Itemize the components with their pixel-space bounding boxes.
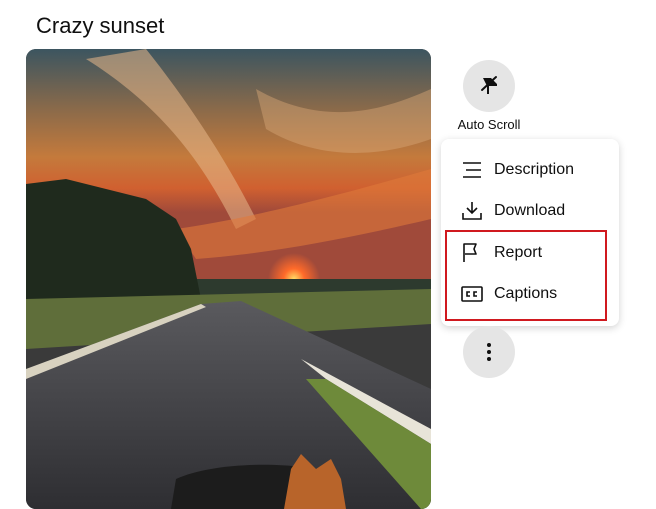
menu-item-label: Download	[494, 202, 566, 220]
more-actions-button[interactable]	[463, 326, 515, 378]
auto-scroll-button[interactable]	[463, 60, 515, 112]
video-title: Crazy sunset	[36, 13, 165, 38]
description-icon	[460, 158, 484, 182]
auto-scroll-label: Auto Scroll	[457, 117, 521, 132]
menu-item-download[interactable]: Download	[441, 191, 619, 233]
closed-captions-icon	[460, 282, 484, 306]
video-frame	[26, 49, 431, 509]
download-icon	[460, 199, 484, 223]
more-vert-icon	[487, 343, 491, 361]
menu-item-label: Captions	[494, 285, 558, 303]
menu-item-report[interactable]: Report	[441, 232, 619, 274]
menu-item-description[interactable]: Description	[441, 149, 619, 191]
flag-icon	[460, 241, 484, 265]
video-player[interactable]	[26, 49, 431, 509]
auto-scroll-icon	[481, 76, 497, 94]
more-actions-menu: Description Download Report Captions	[441, 139, 619, 326]
menu-item-captions[interactable]: Captions	[441, 274, 619, 316]
menu-item-label: Description	[494, 160, 575, 178]
menu-item-label: Report	[494, 243, 543, 261]
